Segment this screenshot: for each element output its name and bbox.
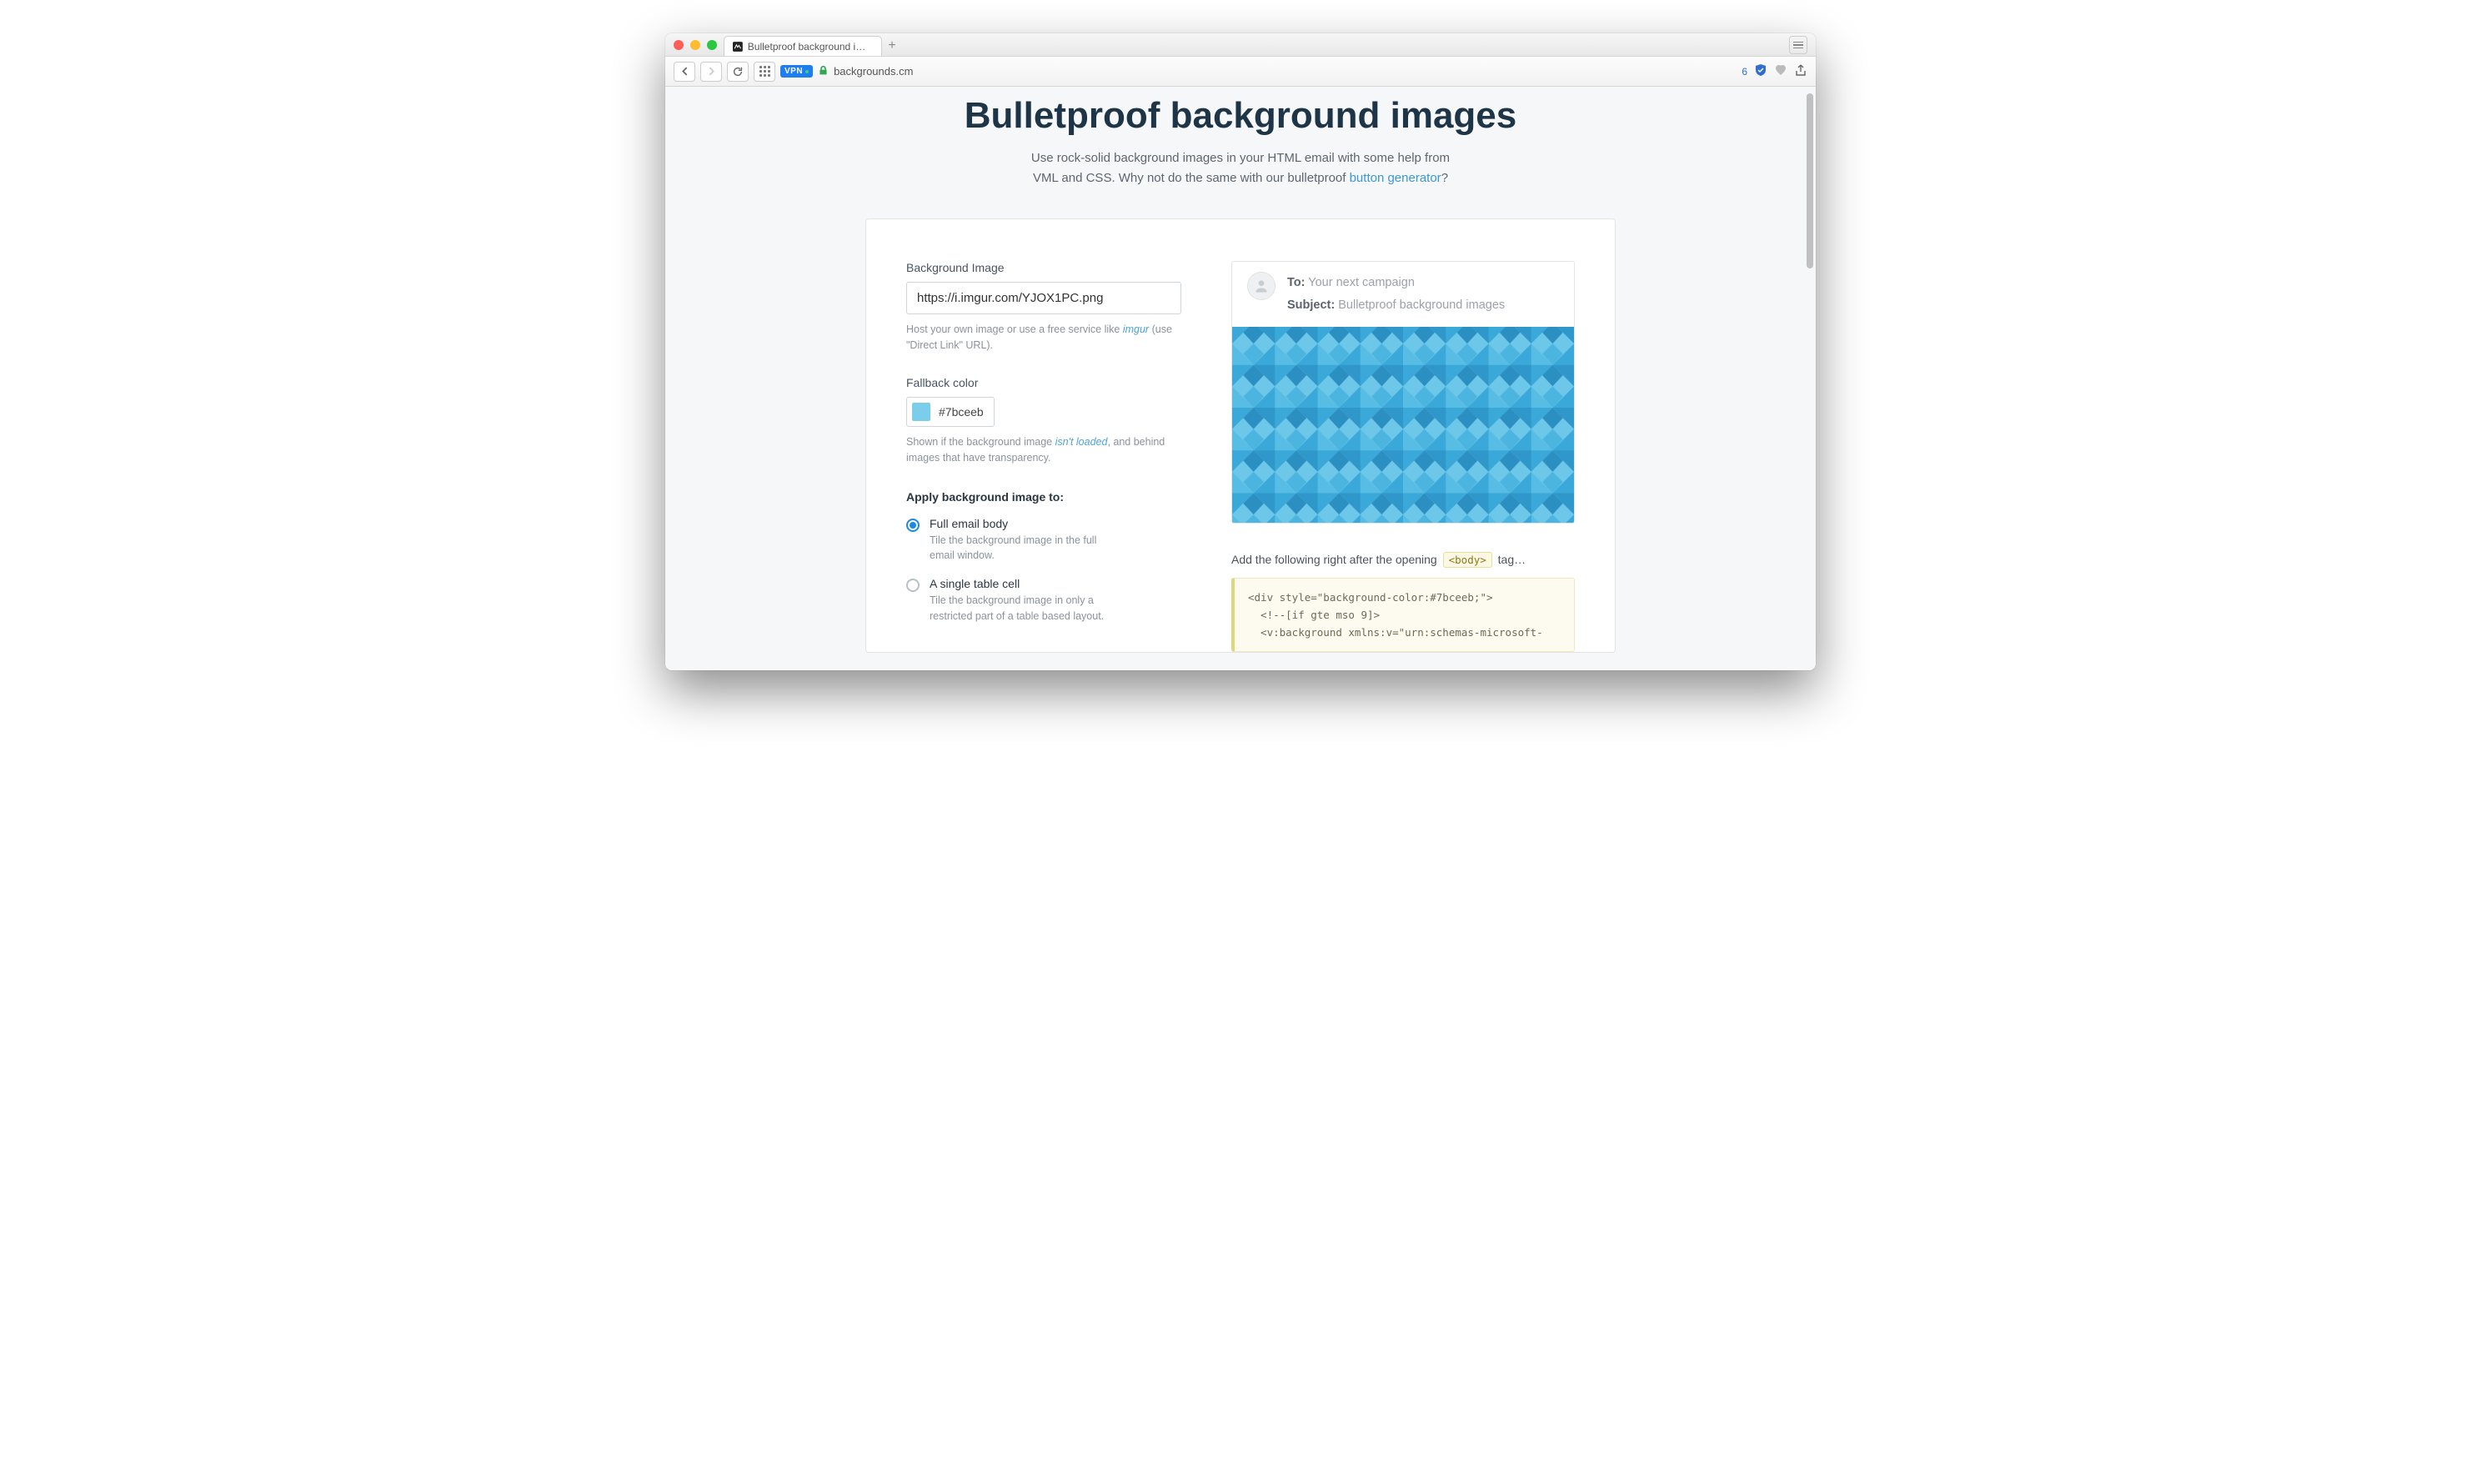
preview-subject-line: Subject: Bulletproof background images xyxy=(1287,294,1505,317)
bg-image-label: Background Image xyxy=(906,261,1181,274)
page-title: Bulletproof background images xyxy=(665,87,1816,137)
radio-full-body[interactable] xyxy=(906,519,920,532)
avatar-icon xyxy=(1247,272,1276,300)
tab-favicon xyxy=(733,42,743,52)
apply-to-label: Apply background image to: xyxy=(906,490,1181,504)
heart-icon[interactable] xyxy=(1774,63,1787,79)
back-button[interactable] xyxy=(674,62,695,82)
tab-title: Bulletproof background imag xyxy=(748,41,873,53)
body-tag-chip: <body> xyxy=(1443,552,1492,568)
forward-button[interactable] xyxy=(700,62,722,82)
email-preview-body xyxy=(1231,327,1575,524)
radio-table-cell[interactable] xyxy=(906,579,920,592)
bg-image-help: Host your own image or use a free servic… xyxy=(906,322,1181,354)
vpn-badge[interactable]: VPN xyxy=(780,65,813,78)
lock-icon xyxy=(818,65,829,78)
option-full-body[interactable]: Full email body Tile the background imag… xyxy=(906,517,1181,564)
option-table-cell[interactable]: A single table cell Tile the background … xyxy=(906,577,1181,624)
preview-column: To: Your next campaign Subject: Bulletpr… xyxy=(1231,261,1575,652)
code-instruction: Add the following right after the openin… xyxy=(1231,552,1575,568)
shield-icon[interactable] xyxy=(1754,63,1767,79)
apps-button[interactable] xyxy=(754,62,775,82)
page-viewport: Bulletproof background images Use rock-s… xyxy=(665,87,1816,670)
button-generator-link[interactable]: button generator xyxy=(1350,171,1441,185)
browser-tab[interactable]: Bulletproof background imag xyxy=(724,36,882,56)
imgur-link[interactable]: imgur xyxy=(1123,323,1149,335)
share-icon[interactable] xyxy=(1794,63,1807,79)
minimize-window-button[interactable] xyxy=(690,40,700,50)
preview-to-line: To: Your next campaign xyxy=(1287,272,1505,294)
option-table-cell-desc: Tile the background image in only a rest… xyxy=(930,593,1121,624)
fallback-label: Fallback color xyxy=(906,376,1181,389)
main-card: Background Image Host your own image or … xyxy=(865,218,1616,653)
titlebar: Bulletproof background imag + xyxy=(665,33,1816,57)
bg-image-input[interactable] xyxy=(906,282,1181,314)
scrollbar[interactable] xyxy=(1807,93,1813,268)
extension-badge-count[interactable]: 6 xyxy=(1742,66,1747,78)
code-output[interactable]: <div style="background-color:#7bceeb;"> … xyxy=(1231,578,1575,653)
browser-window: Bulletproof background imag + VPN backgr… xyxy=(665,33,1816,670)
address-bar[interactable]: backgrounds.cm xyxy=(834,65,913,78)
traffic-lights xyxy=(674,40,717,50)
tab-overview-button[interactable] xyxy=(1789,36,1807,54)
new-tab-button[interactable]: + xyxy=(882,36,902,56)
option-table-cell-label: A single table cell xyxy=(930,577,1121,590)
reload-button[interactable] xyxy=(727,62,749,82)
maximize-window-button[interactable] xyxy=(707,40,717,50)
fallback-color-input[interactable]: #7bceeb xyxy=(906,397,995,427)
fallback-help: Shown if the background image isn't load… xyxy=(906,434,1181,467)
option-full-body-label: Full email body xyxy=(930,517,1121,530)
page-subtitle: Use rock-solid background images in your… xyxy=(665,148,1816,188)
form-column: Background Image Host your own image or … xyxy=(906,261,1181,652)
color-swatch xyxy=(912,403,930,421)
option-full-body-desc: Tile the background image in the full em… xyxy=(930,533,1121,564)
fallback-color-value: #7bceeb xyxy=(939,405,984,419)
email-preview-header: To: Your next campaign Subject: Bulletpr… xyxy=(1231,261,1575,327)
browser-toolbar: VPN backgrounds.cm 6 xyxy=(665,57,1816,87)
close-window-button[interactable] xyxy=(674,40,684,50)
